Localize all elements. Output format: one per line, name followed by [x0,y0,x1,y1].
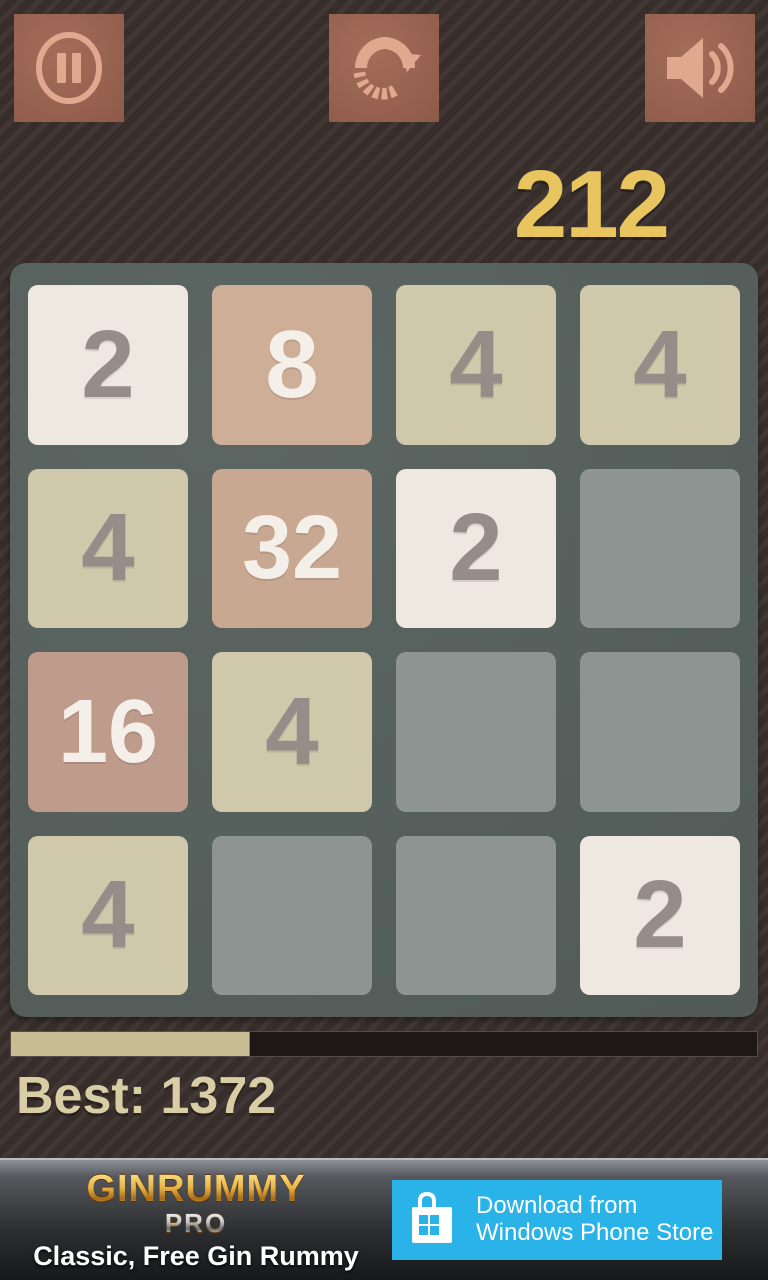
tile-value: 16 [57,681,159,782]
board-tile[interactable]: 2 [28,285,188,445]
tile-value: 4 [449,310,503,418]
board-tile[interactable]: 4 [212,652,372,812]
board-tile[interactable]: 16 [28,652,188,812]
board-cell-empty[interactable] [212,835,372,995]
board-tile[interactable]: 4 [28,835,188,995]
ad-cta-container: Download from Windows Phone Store [392,1160,768,1280]
ad-logo-line2: PRO [164,1207,228,1238]
sound-button[interactable] [645,14,755,122]
board-tile[interactable]: 8 [212,285,372,445]
board-cell-empty[interactable] [396,652,556,812]
board-tile[interactable]: 4 [580,285,740,445]
top-toolbar [0,0,768,135]
tile-value: 4 [633,310,687,418]
tile-value: 4 [81,861,135,969]
store-line-2: Windows Phone Store [476,1219,714,1246]
speaker-volume-icon [659,29,741,107]
board-tile[interactable]: 2 [396,468,556,628]
windows-store-bag-icon [404,1187,466,1254]
store-line-1: Download from [476,1192,638,1220]
tile-value: 32 [241,498,343,599]
download-store-button[interactable]: Download from Windows Phone Store [392,1180,722,1260]
board-tile[interactable]: 32 [212,468,372,628]
progress-bar-fill [11,1032,250,1056]
board-tile[interactable]: 2 [580,835,740,995]
board-cell-empty[interactable] [580,468,740,628]
restart-button[interactable] [329,14,439,122]
current-score: 212 [513,151,670,258]
tile-value: 2 [81,310,135,418]
board-cell-empty[interactable] [396,835,556,995]
pause-icon [29,28,109,108]
tile-value: 4 [265,677,319,785]
progress-bar [10,1031,758,1057]
tile-value: 4 [81,494,135,602]
ad-logo-line1: GINRUMMY [86,1167,306,1210]
game-board[interactable]: 2 8 4 4 4 32 2 16 4 4 2 [10,263,758,1017]
tile-value: 8 [265,310,319,418]
board-tile[interactable]: 4 [396,285,556,445]
tile-value: 2 [633,861,687,969]
board-cell-empty[interactable] [580,652,740,812]
ad-banner[interactable]: GINRUMMY PRO Classic, Free Gin Rummy Dow… [0,1158,768,1280]
pause-button[interactable] [14,14,124,122]
ad-tagline: Classic, Free Gin Rummy [33,1241,359,1272]
score-container: 212 [0,150,768,260]
ad-brand: GINRUMMY PRO Classic, Free Gin Rummy [0,1160,392,1280]
best-score: Best: 1372 [16,1067,277,1125]
restart-circular-arrow-icon [343,27,425,109]
board-tile[interactable]: 4 [28,468,188,628]
tile-value: 2 [449,494,503,602]
